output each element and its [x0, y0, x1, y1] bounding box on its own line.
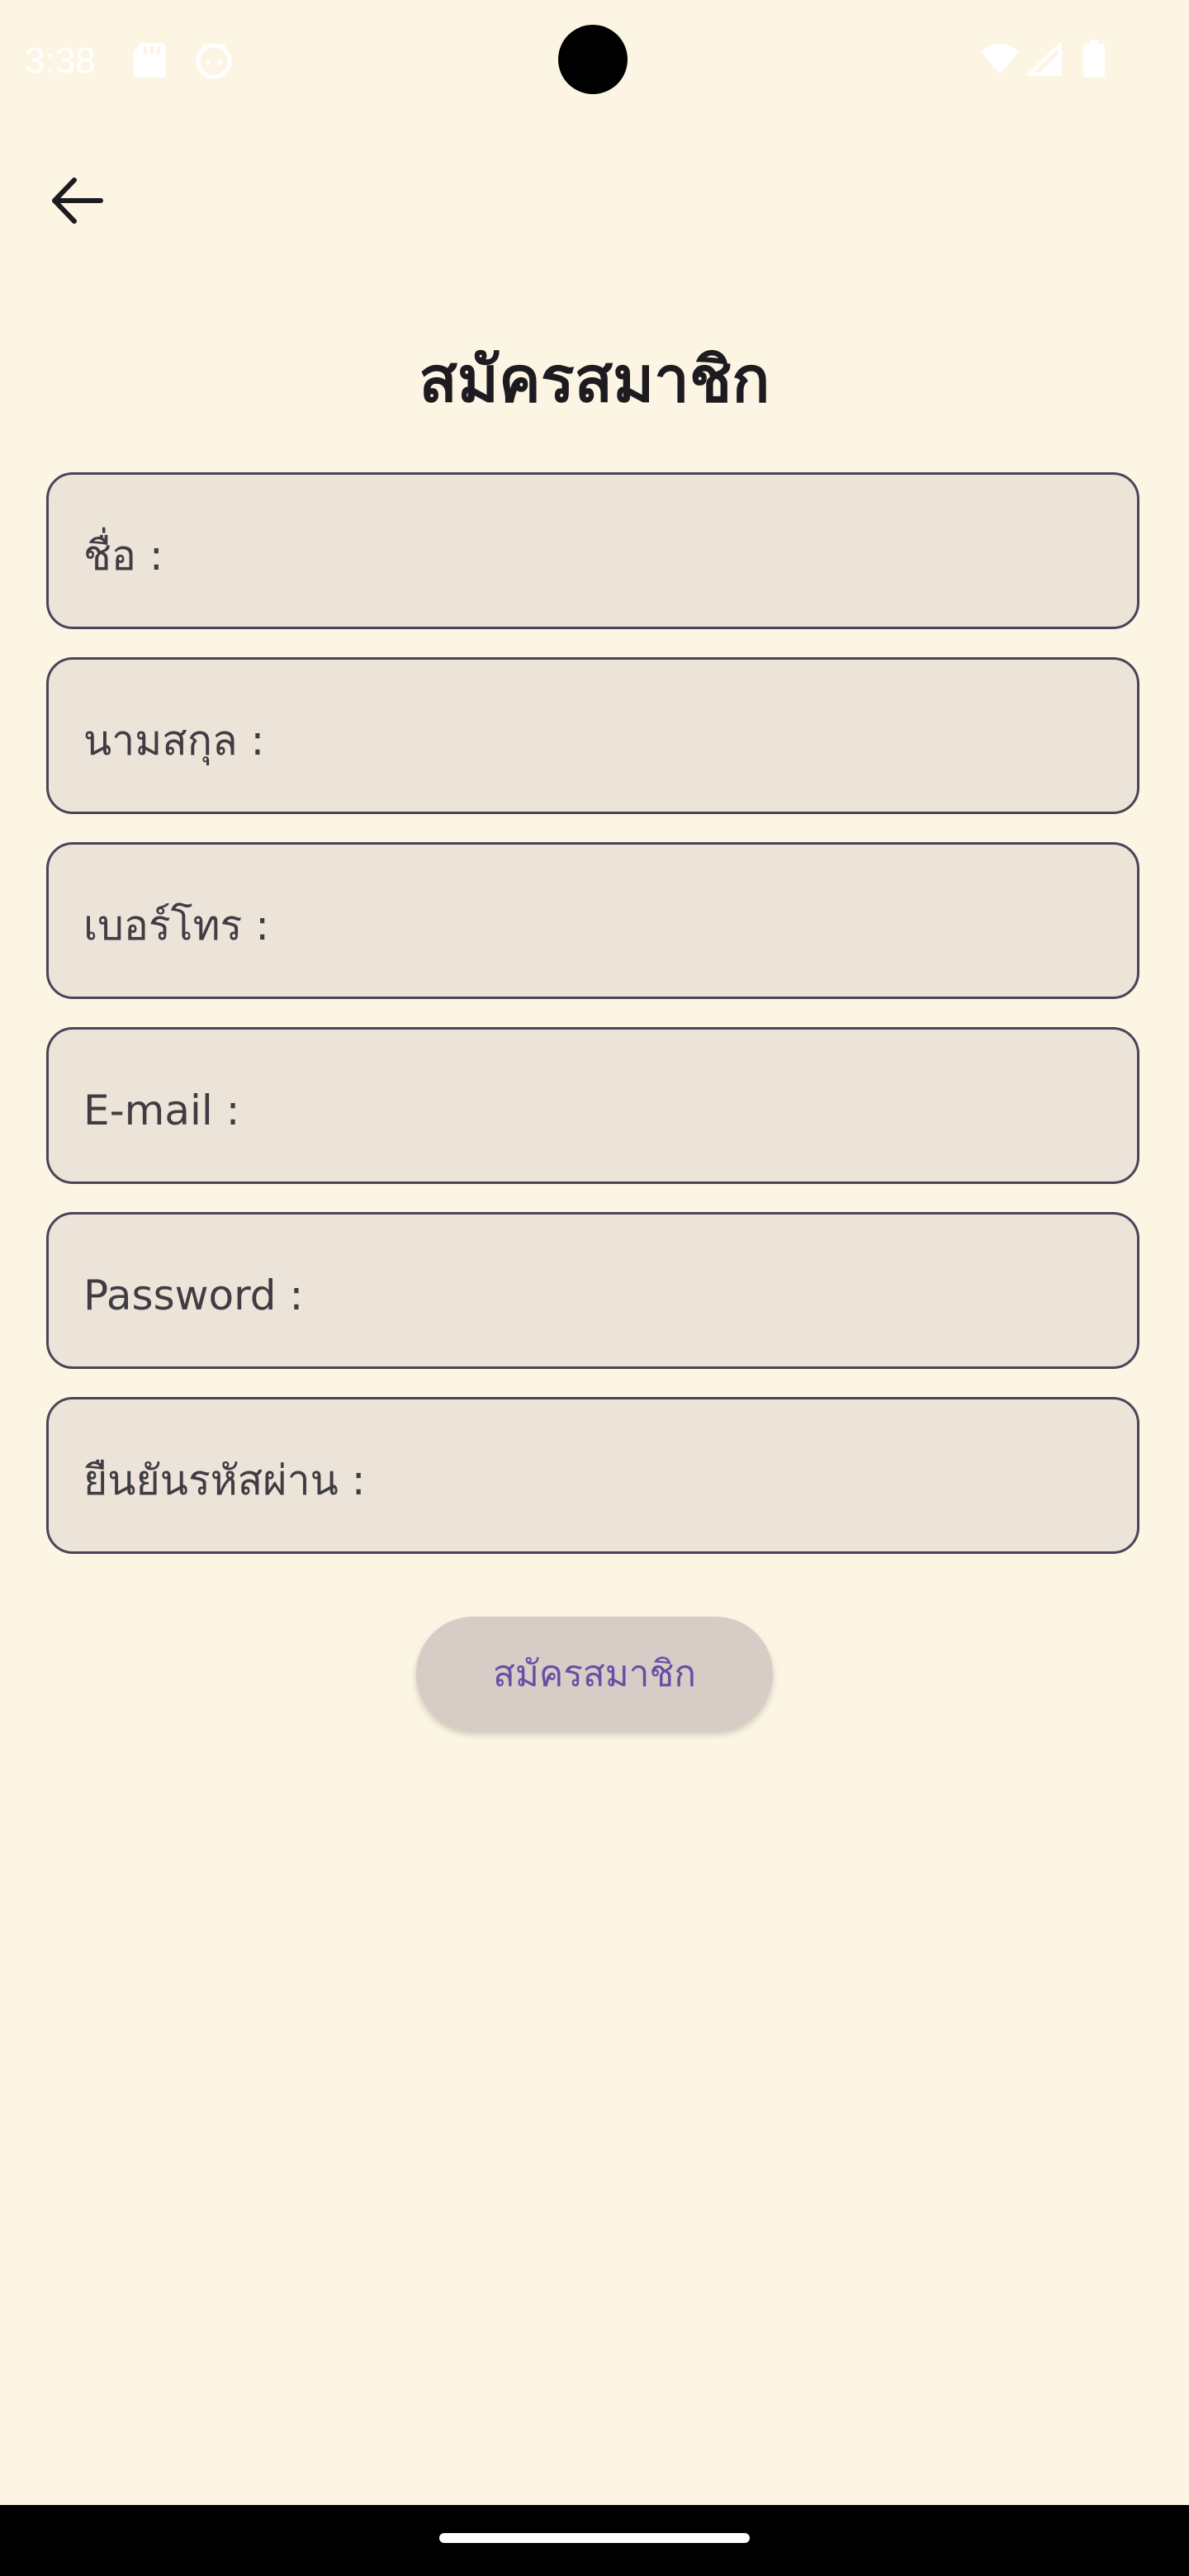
register-button-label: สมัครสมาชิก	[493, 1653, 696, 1695]
android-face-icon	[195, 41, 233, 83]
sd-card-icon	[132, 41, 167, 83]
register-button[interactable]: สมัครสมาชิก	[416, 1617, 773, 1731]
email-label: E-mail :	[83, 1087, 240, 1134]
phone-label: เบอร์โทร :	[83, 901, 270, 949]
camera-cutout	[558, 25, 628, 94]
page-title: สมัครสมาชิก	[419, 343, 770, 416]
last-name-label: นามสกุล :	[83, 716, 265, 765]
home-indicator[interactable]	[439, 2533, 750, 2543]
confirm-password-field[interactable]: ยืนยันรหัสผ่าน :	[46, 1397, 1139, 1554]
confirm-password-label: ยืนยันรหัสผ่าน :	[83, 1456, 366, 1504]
cellular-signal-icon	[1024, 40, 1062, 79]
email-field[interactable]: E-mail :	[46, 1027, 1139, 1184]
status-time: 3:38	[25, 40, 96, 81]
phone-field[interactable]: เบอร์โทร :	[46, 842, 1139, 999]
first-name-field[interactable]: ชื่อ :	[46, 472, 1139, 629]
wifi-icon	[979, 43, 1021, 79]
last-name-field[interactable]: นามสกุล :	[46, 657, 1139, 814]
battery-icon	[1083, 40, 1105, 81]
password-label: Password :	[83, 1271, 304, 1319]
back-button[interactable]	[48, 172, 114, 231]
password-field[interactable]: Password :	[46, 1212, 1139, 1369]
navigation-bar	[0, 2505, 1189, 2576]
first-name-label: ชื่อ :	[83, 531, 163, 580]
arrow-back-icon	[48, 178, 106, 233]
